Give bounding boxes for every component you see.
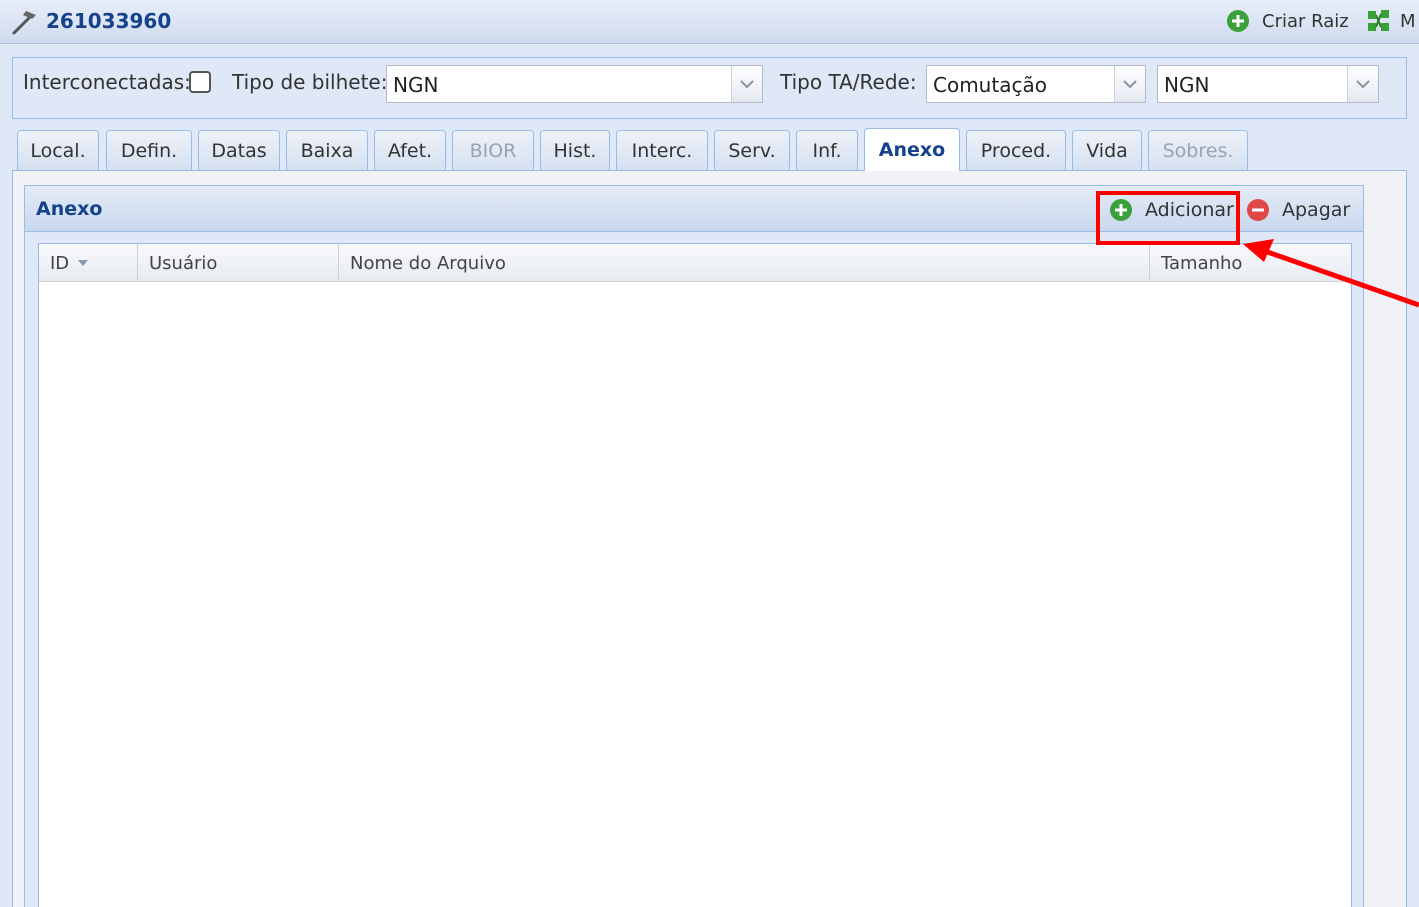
tab-local[interactable]: Local. <box>17 130 99 170</box>
tipo-ta-rede-label: Tipo TA/Rede: <box>780 70 917 94</box>
column-usuario-label: Usuário <box>149 252 218 274</box>
tipo-bilhete-select[interactable]: NGN <box>386 65 763 103</box>
delete-label: Apagar <box>1282 199 1351 221</box>
tab-sobres: Sobres. <box>1148 130 1248 170</box>
tab-strip: Local. Defin. Datas Baixa Afet. BIOR His… <box>12 128 1407 171</box>
chevron-down-icon[interactable] <box>1114 66 1145 102</box>
tab-serv[interactable]: Serv. <box>714 130 790 170</box>
interconectadas-label: Interconectadas: <box>23 70 191 94</box>
tipo-bilhete-value: NGN <box>393 73 439 97</box>
rede-value: NGN <box>1164 73 1210 97</box>
chevron-down-icon[interactable] <box>731 66 762 102</box>
column-id-label: ID <box>50 252 70 274</box>
panel-title: Anexo <box>36 198 103 220</box>
hammer-icon <box>12 11 36 35</box>
rede-select[interactable]: NGN <box>1157 65 1379 103</box>
grid-header: ID Usuário Nome do Arquivo Tamanho <box>39 244 1351 282</box>
column-nome-arquivo-label: Nome do Arquivo <box>350 252 506 274</box>
criar-raiz-button[interactable]: Criar Raiz <box>1226 7 1349 35</box>
attachments-grid: ID Usuário Nome do Arquivo Tamanho <box>38 243 1352 907</box>
tab-datas[interactable]: Datas <box>198 130 280 170</box>
tipo-ta-rede-select[interactable]: Comutação <box>926 65 1146 103</box>
filter-bar: Interconectadas: Tipo de bilhete: NGN Ti… <box>12 57 1407 119</box>
criar-raiz-label: Criar Raiz <box>1262 10 1349 32</box>
title-bar: 261033960 Criar Raiz M <box>0 0 1419 44</box>
column-header-id[interactable]: ID <box>39 244 138 282</box>
app-window: 261033960 Criar Raiz M Interconectadas: <box>0 0 1419 907</box>
tab-bior: BIOR <box>452 130 534 170</box>
tab-anexo[interactable]: Anexo <box>864 128 960 171</box>
column-tamanho-label: Tamanho <box>1161 252 1243 274</box>
column-header-tamanho[interactable]: Tamanho <box>1150 244 1351 282</box>
tab-hist[interactable]: Hist. <box>540 130 610 170</box>
tipo-bilhete-label: Tipo de bilhete: <box>232 70 388 94</box>
chevron-down-icon[interactable] <box>1347 66 1378 102</box>
tipo-ta-rede-value: Comutação <box>933 73 1047 97</box>
remove-circle-icon <box>1247 199 1269 221</box>
column-header-nome-arquivo[interactable]: Nome do Arquivo <box>339 244 1150 282</box>
column-header-usuario[interactable]: Usuário <box>138 244 339 282</box>
tab-baixa[interactable]: Baixa <box>286 130 368 170</box>
tree-nodes-icon <box>1368 10 1389 31</box>
tab-defin[interactable]: Defin. <box>106 130 192 170</box>
extra-toolbar-button[interactable]: M <box>1366 7 1416 35</box>
tab-vida[interactable]: Vida <box>1072 130 1142 170</box>
extra-button-label: M <box>1400 10 1416 32</box>
add-circle-icon <box>1227 10 1249 32</box>
sort-desc-icon <box>78 260 89 266</box>
ticket-number: 261033960 <box>46 9 172 33</box>
tab-proced[interactable]: Proced. <box>966 130 1066 170</box>
delete-button[interactable]: Apagar <box>1246 198 1350 222</box>
highlight-box <box>1096 191 1240 245</box>
tab-interc[interactable]: Interc. <box>616 130 708 170</box>
interconectadas-checkbox[interactable] <box>189 71 211 93</box>
tab-inf[interactable]: Inf. <box>796 130 858 170</box>
tab-afet[interactable]: Afet. <box>374 130 446 170</box>
anexo-panel: Anexo Adicionar Apagar ID Usuário Nome d… <box>24 185 1364 907</box>
